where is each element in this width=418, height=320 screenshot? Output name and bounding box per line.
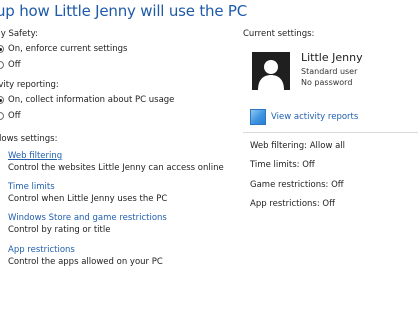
activity-report-icon[interactable] <box>250 109 266 125</box>
view-activity-reports-link[interactable]: View activity reports <box>271 112 358 122</box>
time-limits-status: Time limits: Off <box>250 160 315 170</box>
store-game-restrictions-link[interactable]: Windows Store and game restrictions <box>8 213 167 223</box>
activity-reporting-on-label: On, collect information about PC usage <box>8 95 175 105</box>
radio-unselected-icon[interactable] <box>0 61 4 69</box>
page-title: up how Little Jenny will use the PC <box>0 2 248 20</box>
web-filtering-description: Control the websites Little Jenny can ac… <box>8 163 224 173</box>
app-restrictions-description: Control the apps allowed on your PC <box>8 257 163 267</box>
web-filtering-link[interactable]: Web filtering <box>8 151 62 161</box>
radio-selected-icon[interactable] <box>0 96 4 104</box>
family-safety-off-label: Off <box>8 60 21 70</box>
store-game-restrictions-description: Control by rating or title <box>8 225 111 235</box>
radio-unselected-icon[interactable] <box>0 112 4 120</box>
family-safety-on-label: On, enforce current settings <box>8 44 128 54</box>
radio-selected-icon[interactable] <box>0 45 4 53</box>
user-name: Little Jenny <box>301 51 363 64</box>
user-silhouette-icon <box>252 52 290 90</box>
web-filtering-status: Web filtering: Allow all <box>250 141 346 151</box>
settings-divider <box>243 132 418 133</box>
activity-reporting-off-option[interactable]: Off <box>0 110 21 122</box>
activity-reporting-label: ivity reporting: <box>0 80 59 90</box>
password-status: No password <box>301 78 353 87</box>
family-safety-on-option[interactable]: On, enforce current settings <box>0 43 127 55</box>
activity-reporting-off-label: Off <box>8 111 21 121</box>
activity-reporting-on-option[interactable]: On, collect information about PC usage <box>0 94 174 106</box>
family-safety-off-option[interactable]: Off <box>0 59 21 71</box>
family-safety-user-settings-page: up how Little Jenny will use the PC ily … <box>0 0 418 320</box>
time-limits-description: Control when Little Jenny uses the PC <box>8 194 168 204</box>
current-settings-label: Current settings: <box>243 29 315 39</box>
windows-settings-label: dows settings: <box>0 134 58 144</box>
account-type: Standard user <box>301 67 358 76</box>
app-restrictions-link[interactable]: App restrictions <box>8 245 75 255</box>
family-safety-label: ily Safety: <box>0 29 38 39</box>
app-restrictions-status: App restrictions: Off <box>250 199 335 209</box>
game-restrictions-status: Game restrictions: Off <box>250 180 344 190</box>
time-limits-link[interactable]: Time limits <box>8 182 55 192</box>
